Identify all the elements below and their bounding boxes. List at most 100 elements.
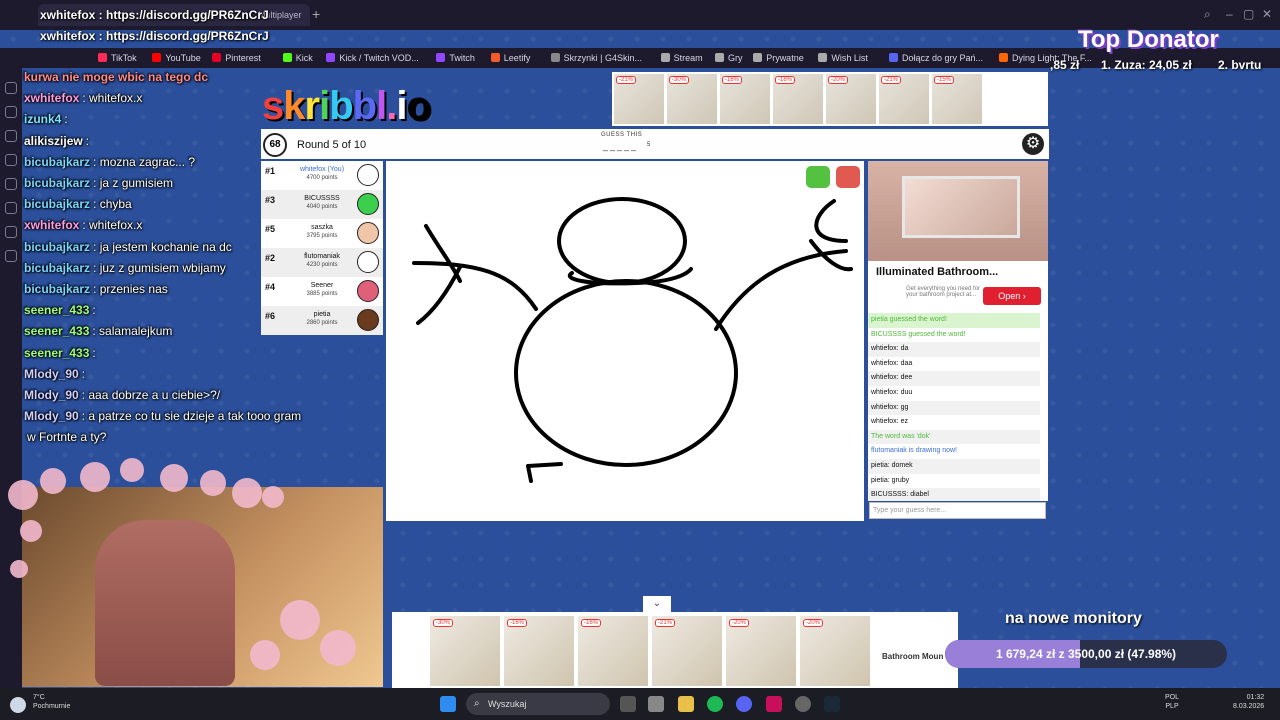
player-points: 4230 points [306, 262, 338, 268]
ad-product-thumbnail[interactable]: -30% [667, 74, 717, 124]
weather-icon[interactable] [10, 697, 26, 713]
guess-label: GUESS THIS [601, 132, 643, 138]
language-indicator[interactable]: POL PLP [1165, 693, 1179, 711]
steam-icon[interactable] [824, 696, 840, 712]
sidebar-icon[interactable] [5, 154, 17, 166]
search-label: Wyszukaj [488, 699, 527, 709]
ad-product-thumbnail[interactable]: -20% [726, 616, 796, 686]
ad-product-thumbnail[interactable]: -20% [826, 74, 876, 124]
file-explorer-icon[interactable] [678, 696, 694, 712]
bookmark-icon [212, 53, 222, 62]
bookmark-item[interactable]: Gry [715, 48, 743, 68]
sidebar-icon[interactable] [5, 226, 17, 238]
bookmark-item[interactable]: YouTube [152, 48, 201, 68]
sidebar-icon[interactable] [5, 82, 17, 94]
bookmark-item[interactable]: Kick [282, 48, 313, 68]
thumbs-down-icon[interactable] [836, 166, 860, 188]
drawing-canvas[interactable] [386, 161, 864, 521]
top-ad-banner[interactable]: -21% -30% -16% -16% -20% -21% -15% [612, 72, 1048, 126]
bookmark-label: Dołącz do gry Pań... [902, 53, 984, 63]
ad-brand-logo: Bathroom Moun [882, 652, 944, 661]
chat-username: Mlody_90 [24, 388, 79, 402]
guess-input[interactable]: Type your guess here... [869, 502, 1046, 519]
sidebar-icon[interactable] [5, 130, 17, 142]
taskbar-search[interactable]: Wyszukaj [466, 693, 610, 715]
search-icon: ⌕ [474, 698, 480, 709]
bookmark-item[interactable]: TikTok [98, 48, 137, 68]
sidebar-icon[interactable] [5, 178, 17, 190]
spotify-icon[interactable] [707, 696, 723, 712]
bookmark-label: Kick / Twitch VOD... [339, 53, 419, 63]
new-tab-icon[interactable]: + [312, 6, 320, 22]
bookmark-icon [889, 53, 898, 62]
store-icon[interactable] [648, 696, 664, 712]
discount-badge: -30% [669, 76, 690, 84]
bookmark-label: Prywatne [766, 53, 804, 63]
system-clock[interactable]: 01:32 8.03.2026 [1233, 693, 1264, 711]
task-view-icon[interactable] [620, 696, 636, 712]
chat-username: bicubajkarz [24, 239, 91, 254]
windows-start-icon[interactable] [440, 696, 456, 712]
stream-chat-message: bicubajkarz: ja z gumisiem [24, 176, 173, 190]
bookmark-item[interactable]: Skrzynki | G4Skin... [550, 48, 642, 68]
ad-open-button[interactable]: Open › [983, 287, 1041, 305]
bookmark-label: Twitch [449, 53, 475, 63]
settings-icon[interactable] [5, 250, 17, 262]
blossom-decoration [80, 462, 110, 492]
ad-product-thumbnail[interactable]: -30% [430, 616, 500, 686]
ad-text: Get everything you need for your bathroo… [906, 286, 981, 298]
ad-product-thumbnail[interactable]: -16% [720, 74, 770, 124]
game-chat-message: BICUSSSS guessed the word! [871, 330, 966, 338]
bookmark-item[interactable]: Leetify [490, 48, 531, 68]
search-icon[interactable]: ⌕ [1204, 7, 1211, 22]
settings-gear-icon[interactable]: ⚙ [1022, 133, 1044, 155]
browser-icon[interactable] [766, 696, 782, 712]
player-name: BICUSSSS [304, 195, 340, 202]
chat-username: kurwa nie moge wbic na tego dc [24, 70, 209, 84]
bookmark-item[interactable]: Dołącz do gry Pań... [889, 48, 983, 68]
sidebar-icon[interactable] [5, 202, 17, 214]
thumbs-up-icon[interactable] [806, 166, 830, 188]
chat-text: : przenies nas [93, 282, 168, 296]
ad-mirror-image [902, 176, 1020, 238]
player-row: #4 Seener 3885 points [261, 277, 383, 306]
bookmark-item[interactable]: Kick / Twitch VOD... [326, 48, 419, 68]
bookmark-label: Leetify [503, 53, 531, 63]
ad-product-thumbnail[interactable]: -21% [652, 616, 722, 686]
game-chat-message: pietia: domek [868, 459, 1040, 474]
bookmark-item[interactable]: Twitch [436, 48, 475, 68]
player-avatar-icon [357, 222, 379, 244]
chevron-down-icon[interactable]: ⌄ [643, 596, 671, 612]
close-icon[interactable]: ✕ [1262, 7, 1272, 21]
chat-text: : [92, 303, 96, 318]
bookmark-item[interactable]: Pinterest [212, 48, 261, 68]
ad-product-thumbnail[interactable]: -21% [614, 74, 664, 124]
player-points: 4700 points [306, 175, 338, 181]
player-rank: #3 [265, 195, 276, 205]
stream-chat-message: seener_433: [24, 303, 96, 317]
ad-product-thumbnail[interactable]: -15% [932, 74, 982, 124]
bottom-ad-banner[interactable]: -30% -16% -16% -21% -20% -20% Bathroom Moun [392, 612, 958, 688]
blossom-decoration [280, 600, 320, 640]
ad-product-thumbnail[interactable]: -20% [800, 616, 870, 686]
bookmark-item[interactable]: Stream [660, 48, 703, 68]
player-avatar-icon [357, 309, 379, 331]
chat-username: bicubajkarz [24, 260, 91, 275]
player-row: #2 flutomaniak 4230 points [261, 248, 383, 277]
sidebar-icon[interactable] [5, 106, 17, 118]
blossom-decoration [8, 480, 38, 510]
ad-product-thumbnail[interactable]: -21% [879, 74, 929, 124]
minimize-icon[interactable]: – [1226, 7, 1233, 21]
maximize-icon[interactable]: ▢ [1243, 7, 1254, 21]
round-indicator: Round 5 of 10 [297, 139, 367, 151]
ad-product-thumbnail[interactable]: -16% [578, 616, 648, 686]
obs-icon[interactable] [795, 696, 811, 712]
ad-product-thumbnail[interactable]: -16% [773, 74, 823, 124]
ad-product-thumbnail[interactable]: -16% [504, 616, 574, 686]
weather-widget[interactable]: 7°C Pochmurnie [33, 693, 70, 711]
chat-username: bicubajkarz [24, 197, 91, 212]
bookmark-label: YouTube [165, 53, 201, 63]
bookmark-item[interactable]: Wish List [818, 48, 868, 68]
bookmark-item[interactable]: Prywatne [753, 48, 804, 68]
discord-icon[interactable] [736, 696, 752, 712]
